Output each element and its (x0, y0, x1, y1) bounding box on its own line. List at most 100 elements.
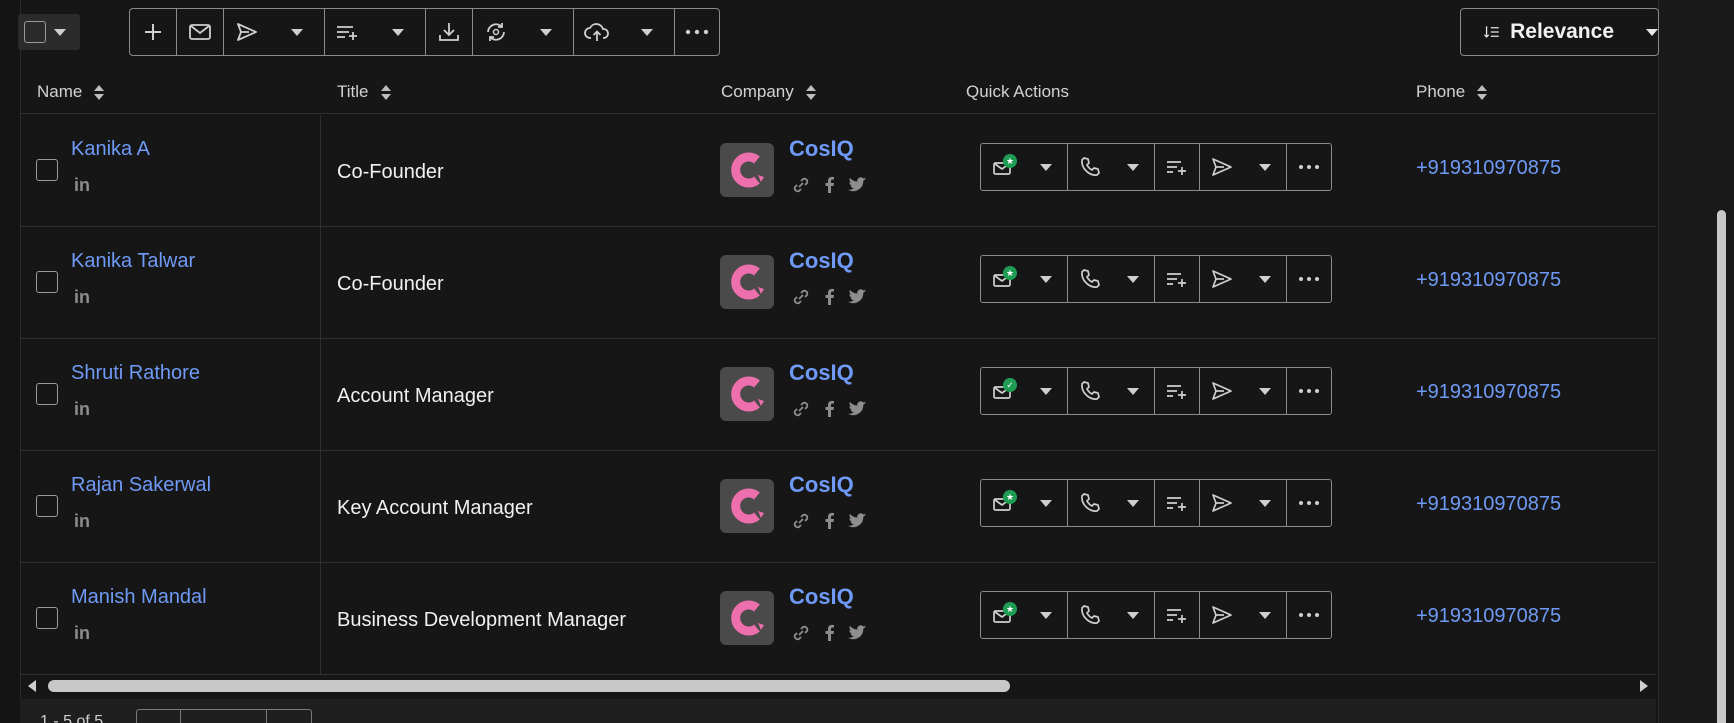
facebook-icon[interactable] (823, 176, 835, 194)
more-actions-button[interactable] (1287, 480, 1331, 526)
add-button[interactable] (130, 9, 176, 55)
sync-dropdown[interactable] (519, 9, 573, 55)
link-icon[interactable] (791, 287, 811, 307)
linkedin-icon[interactable]: in (74, 287, 90, 308)
select-all-checkbox[interactable] (24, 21, 46, 43)
row-checkbox[interactable] (36, 271, 58, 293)
contact-name-link[interactable]: Shruti Rathore (71, 362, 200, 385)
sequence-dropdown[interactable] (270, 9, 324, 55)
facebook-icon[interactable] (823, 512, 835, 530)
sort-arrows-icon[interactable] (380, 84, 391, 100)
contact-name-link[interactable]: Kanika Talwar (71, 250, 195, 273)
phone-number-link[interactable]: +919310970875 (1416, 605, 1561, 628)
twitter-icon[interactable] (847, 624, 867, 642)
page-controls[interactable] (136, 709, 312, 723)
add-to-list-button[interactable] (1155, 592, 1199, 638)
contact-name-link[interactable]: Manish Mandal (71, 586, 207, 609)
email-action-dropdown[interactable] (1025, 592, 1067, 638)
export-button[interactable] (426, 9, 472, 55)
call-button[interactable] (1068, 144, 1112, 190)
sort-arrows-icon[interactable] (1477, 84, 1488, 100)
sort-arrows-icon[interactable] (805, 84, 816, 100)
email-action-dropdown[interactable] (1025, 368, 1067, 414)
chevron-down-icon[interactable] (54, 28, 66, 36)
email-action-button[interactable]: ★ (981, 480, 1025, 526)
add-to-sequence-button[interactable] (1200, 480, 1244, 526)
sync-button[interactable] (473, 9, 519, 55)
scroll-left-arrow-icon[interactable] (28, 680, 36, 692)
company-name-link[interactable]: CosIQ (789, 136, 854, 162)
email-action-dropdown[interactable] (1025, 144, 1067, 190)
add-to-list-button[interactable] (1155, 256, 1199, 302)
link-icon[interactable] (791, 511, 811, 531)
horizontal-scroll-thumb[interactable] (48, 680, 1010, 692)
phone-number-link[interactable]: +919310970875 (1416, 493, 1561, 516)
more-actions-button[interactable] (1287, 368, 1331, 414)
row-checkbox[interactable] (36, 159, 58, 181)
more-actions-button[interactable] (1287, 144, 1331, 190)
sequence-dropdown[interactable] (1244, 144, 1286, 190)
email-action-button[interactable]: ★ (981, 592, 1025, 638)
company-name-link[interactable]: CosIQ (789, 472, 854, 498)
add-to-sequence-button[interactable] (1200, 144, 1244, 190)
row-checkbox[interactable] (36, 383, 58, 405)
phone-number-link[interactable]: +919310970875 (1416, 381, 1561, 404)
call-dropdown[interactable] (1112, 480, 1154, 526)
linkedin-icon[interactable]: in (74, 175, 90, 196)
company-name-link[interactable]: CosIQ (789, 248, 854, 274)
add-to-list-button[interactable] (325, 9, 371, 55)
sequence-dropdown[interactable] (1244, 368, 1286, 414)
twitter-icon[interactable] (847, 512, 867, 530)
link-icon[interactable] (791, 399, 811, 419)
sequence-dropdown[interactable] (1244, 256, 1286, 302)
more-button[interactable] (675, 9, 719, 55)
column-header-company[interactable]: Company (721, 82, 816, 102)
email-action-dropdown[interactable] (1025, 480, 1067, 526)
more-actions-button[interactable] (1287, 592, 1331, 638)
linkedin-icon[interactable]: in (74, 511, 90, 532)
add-to-sequence-button[interactable] (1200, 592, 1244, 638)
company-logo[interactable] (720, 591, 774, 645)
sort-arrows-icon[interactable] (94, 84, 105, 100)
call-dropdown[interactable] (1112, 368, 1154, 414)
call-button[interactable] (1068, 480, 1112, 526)
email-action-button[interactable]: ✓ (981, 368, 1025, 414)
vertical-scrollbar[interactable] (1717, 210, 1726, 723)
add-to-list-button[interactable] (1155, 480, 1199, 526)
sequence-button[interactable] (224, 9, 270, 55)
email-button[interactable] (177, 9, 223, 55)
call-dropdown[interactable] (1112, 592, 1154, 638)
company-name-link[interactable]: CosIQ (789, 360, 854, 386)
company-logo[interactable] (720, 367, 774, 421)
add-to-sequence-button[interactable] (1200, 256, 1244, 302)
add-to-sequence-button[interactable] (1200, 368, 1244, 414)
contact-name-link[interactable]: Rajan Sakerwal (71, 474, 211, 497)
facebook-icon[interactable] (823, 400, 835, 418)
facebook-icon[interactable] (823, 624, 835, 642)
more-actions-button[interactable] (1287, 256, 1331, 302)
sequence-dropdown[interactable] (1244, 480, 1286, 526)
facebook-icon[interactable] (823, 288, 835, 306)
linkedin-icon[interactable]: in (74, 623, 90, 644)
scroll-right-arrow-icon[interactable] (1640, 680, 1648, 692)
twitter-icon[interactable] (847, 176, 867, 194)
company-logo[interactable] (720, 255, 774, 309)
email-action-button[interactable]: ★ (981, 256, 1025, 302)
company-logo[interactable] (720, 143, 774, 197)
twitter-icon[interactable] (847, 400, 867, 418)
link-icon[interactable] (791, 175, 811, 195)
company-logo[interactable] (720, 479, 774, 533)
contact-name-link[interactable]: Kanika A (71, 138, 150, 161)
call-button[interactable] (1068, 592, 1112, 638)
call-button[interactable] (1068, 368, 1112, 414)
row-checkbox[interactable] (36, 495, 58, 517)
list-dropdown[interactable] (371, 9, 425, 55)
email-action-button[interactable]: ★ (981, 144, 1025, 190)
email-action-dropdown[interactable] (1025, 256, 1067, 302)
row-checkbox[interactable] (36, 607, 58, 629)
column-header-title[interactable]: Title (337, 82, 391, 102)
column-header-name[interactable]: Name (37, 82, 105, 102)
company-name-link[interactable]: CosIQ (789, 584, 854, 610)
horizontal-scrollbar[interactable] (20, 676, 1656, 696)
link-icon[interactable] (791, 623, 811, 643)
